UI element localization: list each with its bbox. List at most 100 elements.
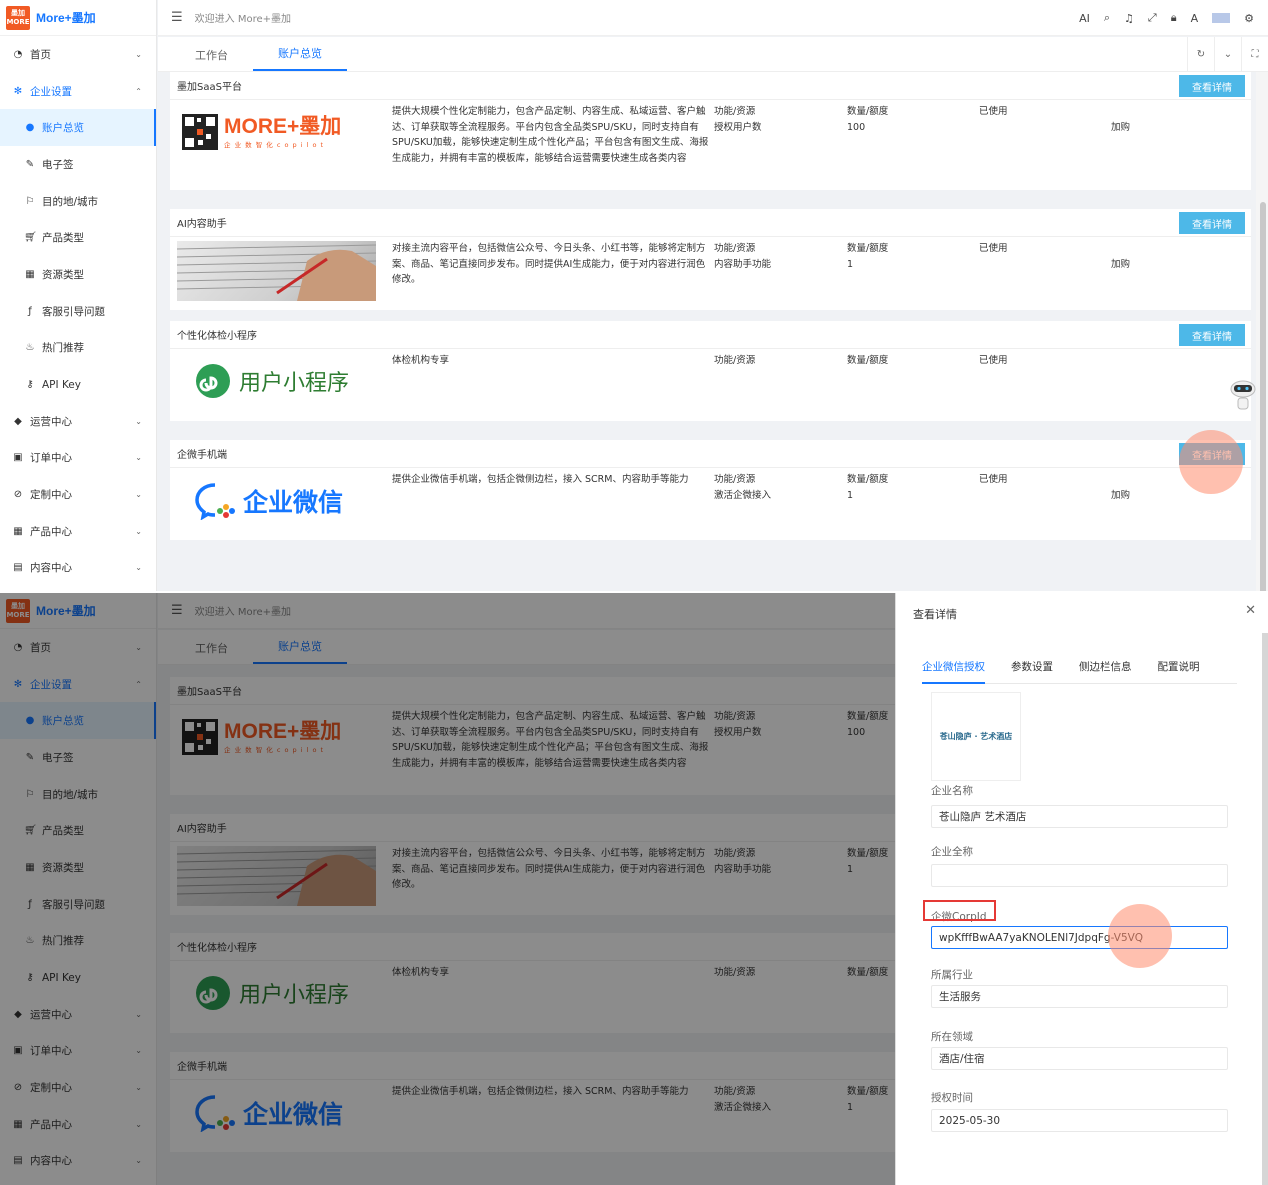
refresh-icon[interactable]: ↻ xyxy=(1187,37,1214,72)
sidebar-item-label: 订单中心 xyxy=(30,452,72,465)
ai-button[interactable]: AI xyxy=(1079,12,1090,25)
card-header: 个性化体检小程序 查看详情 xyxy=(170,321,1251,349)
field-input[interactable]: 苍山隐庐 艺术酒店 xyxy=(931,805,1228,828)
card-description: 体检机构专享 xyxy=(392,355,450,366)
feature-column: 功能/资源 激活企微接入 xyxy=(714,472,771,503)
close-icon[interactable]: ✕ xyxy=(1245,603,1256,618)
function-icon: ƒ xyxy=(28,305,32,317)
tab-workbench[interactable]: 工作台 xyxy=(170,47,253,71)
sidebar-item-label: 电子签 xyxy=(42,158,74,171)
view-details-button[interactable]: 查看详情 xyxy=(1179,75,1245,97)
add-purchase-link[interactable]: 加购 xyxy=(1111,488,1130,504)
detail-drawer: 查看详情 ✕ 企业微信授权 参数设置 侧边栏信息 配置说明 苍山隐庐 · 艺术酒… xyxy=(895,593,1268,1185)
field-input[interactable]: 酒店/住宿 xyxy=(931,1047,1228,1070)
sidebar-item-2[interactable]: ● 账户总览 xyxy=(0,109,156,147)
sidebar-item-9[interactable]: ⚷ API Key xyxy=(0,366,156,403)
card-title: 墨加SaaS平台 xyxy=(177,82,242,93)
dot-icon: ● xyxy=(25,122,35,134)
maximize-icon[interactable]: ⛶ xyxy=(1241,37,1268,72)
drawer-scrollbar[interactable] xyxy=(1262,633,1268,1185)
sidebar-item-4[interactable]: ⚐ 目的地/城市 xyxy=(0,183,156,220)
sidebar-item-8[interactable]: ♨ 热门推荐 xyxy=(0,330,156,367)
wework-text: 企业微信 xyxy=(243,488,344,517)
add-purchase-link[interactable]: 加购 xyxy=(1111,257,1130,273)
field-label: 企业名称 xyxy=(931,785,973,797)
used-column-line: 已使用 xyxy=(979,355,1008,366)
sidebar-item-12[interactable]: ⊘ 定制中心 ⌄ xyxy=(0,476,156,513)
sidebar-item-14[interactable]: ▤ 内容中心 ⌄ xyxy=(0,550,156,587)
sidebar-item-1[interactable]: ✻ 企业设置 ⌃ xyxy=(0,73,156,110)
logo[interactable]: 墨加 MORE More+墨加 xyxy=(0,0,156,36)
drawer-title: 查看详情 xyxy=(913,608,957,621)
field-input[interactable]: 生活服务 xyxy=(931,985,1228,1008)
used-column: 已使用 xyxy=(979,353,1008,369)
quantity-column-line: 数量/额度 xyxy=(847,355,889,366)
field-input[interactable]: 2025-05-30 xyxy=(931,1109,1228,1132)
quantity-column-line: 数量/额度 xyxy=(847,243,889,254)
add-purchase-link[interactable]: 加购 xyxy=(1111,120,1130,136)
sidebar-item-10[interactable]: ◆ 运营中心 ⌄ xyxy=(0,403,156,440)
tab-sidebar-info[interactable]: 侧边栏信息 xyxy=(1079,659,1132,684)
assistant-robot-icon[interactable] xyxy=(1228,379,1258,413)
mini-program-logo: 用户小程序 xyxy=(195,363,349,399)
screen-overview: 墨加 MORE More+墨加 ◔ 首页 ⌄ ✻ 企业设置 ⌃ ● 账户总览 ✎ 电子签 ⚐ 目的地/城… xyxy=(0,0,1268,591)
field-input[interactable] xyxy=(931,864,1228,887)
sidebar-item-11[interactable]: ▣ 订单中心 ⌄ xyxy=(0,440,156,477)
toolbar: AI ⌕ ♫ ⤢ 🔒︎ A ⚙ xyxy=(1079,0,1254,36)
settings-icon[interactable]: ⚙ xyxy=(1244,12,1254,25)
more-logo-sub: 企 业 数 智 化 c o p i l o t xyxy=(224,141,325,149)
scrollbar[interactable] xyxy=(1256,72,1268,591)
card-description: 提供大规模个性化定制能力，包含产品定制、内容生成、私域运营、客户触达、订单获取等… xyxy=(392,106,709,164)
chevron-up-icon: ⌃ xyxy=(135,86,142,96)
sidebar-item-label: 企业设置 xyxy=(30,85,72,98)
sidebar-item-3[interactable]: ✎ 电子签 xyxy=(0,146,156,183)
sidebar-item-5[interactable]: 🛒︎ 产品类型 xyxy=(0,219,156,256)
dashboard-icon: ◔ xyxy=(13,48,23,60)
corpid-input[interactable]: wpKfffBwAA7yaKNOLENl7JdpqFg-V5VQ xyxy=(931,926,1228,949)
tab-account-overview[interactable]: 账户总览 xyxy=(253,45,347,71)
used-column: 已使用 xyxy=(979,472,1008,488)
quantity-column-line: 1 xyxy=(847,489,854,501)
modal-overlay[interactable] xyxy=(0,593,895,1185)
mini-program-icon xyxy=(196,364,230,398)
feature-column-line: 功能/资源 xyxy=(714,243,756,254)
welcome-text: 欢迎进入 More+墨加 xyxy=(194,14,292,25)
card-header: 墨加SaaS平台 查看详情 xyxy=(170,72,1251,100)
sidebar-item-6[interactable]: ▦ 资源类型 xyxy=(0,256,156,293)
sidebar: 墨加 MORE More+墨加 ◔ 首页 ⌄ ✻ 企业设置 ⌃ ● 账户总览 ✎ 电子签 ⚐ 目的地/城… xyxy=(0,0,157,591)
avatar[interactable] xyxy=(1212,13,1231,23)
card-body: 用户小程序 体检机构专享 功能/资源 数量/额度 已使用 xyxy=(170,349,1251,421)
sidebar-item-7[interactable]: ƒ 客服引导问题 xyxy=(0,293,156,330)
view-details-button[interactable]: 查看详情 xyxy=(1179,212,1245,234)
sidebar-item-label: 产品类型 xyxy=(42,232,84,245)
fullscreen-icon[interactable]: ⤢ xyxy=(1148,11,1157,25)
tab-wework-auth[interactable]: 企业微信授权 xyxy=(922,659,985,684)
drawer-tabs: 企业微信授权 参数设置 侧边栏信息 配置说明 xyxy=(922,659,1237,684)
quantity-column-line: 100 xyxy=(847,121,866,133)
sidebar-item-0[interactable]: ◔ 首页 ⌄ xyxy=(0,36,156,73)
translate-icon[interactable]: A xyxy=(1191,12,1199,25)
product-card: AI内容助手 查看详情 对接主流内容平台，包括微信公众号、今日头条、小红书等，能够将… xyxy=(170,209,1251,310)
lock-icon[interactable]: 🔒︎ xyxy=(1171,11,1177,25)
android-icon: ◆ xyxy=(14,415,22,427)
sidebar-item-label: 首页 xyxy=(30,48,51,61)
sidebar-item-13[interactable]: ▦ 产品中心 ⌄ xyxy=(0,513,156,550)
feature-column-line: 内容助手功能 xyxy=(714,258,772,270)
card-body: 对接主流内容平台，包括微信公众号、今日头条、小红书等，能够将定制方案、商品、笔记… xyxy=(170,237,1251,310)
search-icon[interactable]: ⌕ xyxy=(1104,11,1110,25)
used-column-line: 已使用 xyxy=(979,243,1008,254)
sidebar-item-label: 产品中心 xyxy=(30,525,72,538)
used-column: 已使用 xyxy=(979,241,1008,257)
corpid-highlight xyxy=(923,900,996,921)
chevron-down-icon[interactable]: ⌄ xyxy=(1214,37,1241,72)
view-details-button[interactable]: 查看详情 xyxy=(1179,324,1245,346)
tab-config-help[interactable]: 配置说明 xyxy=(1158,659,1200,684)
tab-params[interactable]: 参数设置 xyxy=(1011,659,1053,684)
bell-icon[interactable]: ♫ xyxy=(1124,12,1134,25)
menu-fold-icon[interactable]: ☰ xyxy=(171,10,183,25)
chevron-down-icon: ⌄ xyxy=(135,453,142,463)
field-label: 企业全称 xyxy=(931,846,973,858)
flag-icon: ⚐ xyxy=(25,195,35,207)
topbar: ☰ 欢迎进入 More+墨加 AI ⌕ ♫ ⤢ 🔒︎ A ⚙ xyxy=(158,0,1268,36)
sidebar-item-label: 资源类型 xyxy=(42,268,84,281)
